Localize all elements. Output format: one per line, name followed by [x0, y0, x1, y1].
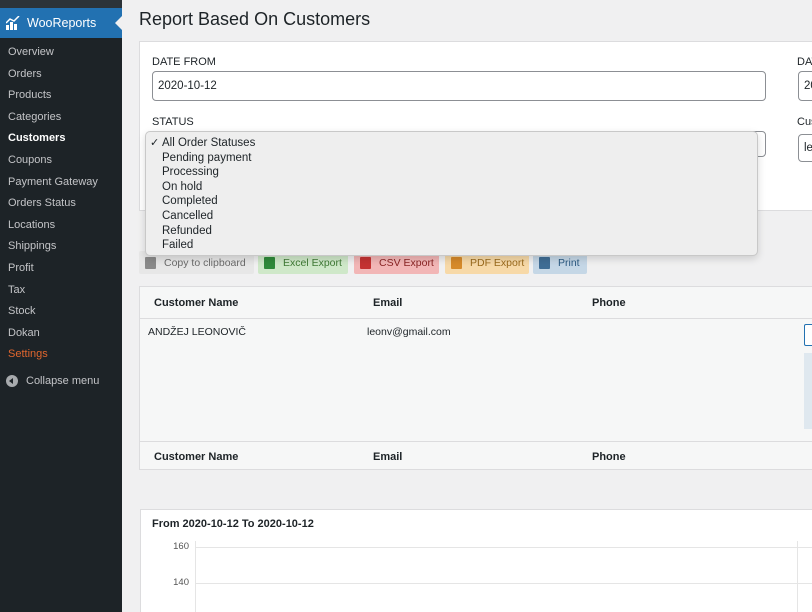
collapse-menu-label: Collapse menu	[26, 374, 100, 387]
column-header-phone[interactable]: Phone	[592, 297, 626, 309]
footer-header-customer-name: Customer Name	[154, 451, 239, 463]
customer-value: le	[804, 142, 812, 154]
date-to-value: 20	[804, 80, 812, 92]
page-title: Report Based On Customers	[139, 9, 371, 29]
sidebar-item-overview[interactable]: Overview	[0, 42, 122, 64]
status-option-failed[interactable]: Failed	[146, 238, 757, 253]
cell-email: leonv@gmail.com	[367, 326, 451, 338]
sidebar-item-categories[interactable]: Categories	[0, 107, 122, 129]
row-action-button[interactable]	[804, 324, 812, 346]
sidebar-brand-label: WooReports	[27, 16, 97, 30]
sidebar-item-settings[interactable]: Settings	[0, 344, 122, 366]
sidebar-item-coupons[interactable]: Coupons	[0, 150, 122, 172]
footer-divider	[140, 441, 812, 442]
column-header-email[interactable]: Email	[373, 297, 402, 309]
pdf-icon	[451, 256, 462, 269]
gridline	[195, 583, 812, 584]
admin-sidebar: WooReports Overview Orders Products Cate…	[0, 0, 122, 612]
date-from-input[interactable]: 2020-10-12	[152, 71, 766, 101]
gridline	[195, 547, 812, 548]
sidebar-top-strip	[0, 0, 122, 8]
date-to-input[interactable]: 20	[798, 71, 812, 101]
csv-icon	[360, 256, 371, 269]
chart-panel: From 2020-10-12 To 2020-10-12 160 140	[140, 509, 812, 612]
status-option-on-hold[interactable]: On hold	[146, 180, 757, 195]
header-divider	[140, 318, 812, 319]
collapse-menu-button[interactable]: Collapse menu	[0, 373, 122, 389]
cell-customer-name: ANDŽEJ LEONOVIČ	[148, 326, 247, 338]
chart-title: From 2020-10-12 To 2020-10-12	[152, 518, 314, 530]
sidebar-item-stock[interactable]: Stock	[0, 301, 122, 323]
checkmark-icon: ✓	[150, 137, 160, 149]
collapse-arrow-icon	[6, 374, 18, 387]
column-header-customer-name[interactable]: Customer Name	[154, 297, 238, 309]
customer-input[interactable]: le	[798, 134, 812, 162]
sidebar-item-profit[interactable]: Profit	[0, 258, 122, 280]
excel-icon	[264, 256, 275, 269]
sidebar-brand[interactable]: WooReports	[0, 8, 122, 38]
sidebar-item-orders[interactable]: Orders	[0, 64, 122, 86]
status-option-cancelled[interactable]: Cancelled	[146, 209, 757, 224]
footer-header-phone: Phone	[592, 451, 626, 463]
right-axis-line	[797, 541, 798, 612]
y-tick-label: 160	[173, 541, 189, 552]
wooreports-logo-icon	[6, 16, 20, 30]
date-from-value: 2020-10-12	[158, 80, 217, 92]
clipboard-icon	[145, 256, 156, 269]
sidebar-item-shippings[interactable]: Shippings	[0, 236, 122, 258]
y-axis-line	[195, 541, 196, 612]
date-from-label: DATE FROM	[152, 56, 216, 68]
printer-icon	[539, 256, 550, 269]
sidebar-item-payment-gateway[interactable]: Payment Gateway	[0, 172, 122, 194]
customer-label: Cus	[797, 116, 812, 128]
status-option-all[interactable]: ✓ All Order Statuses	[146, 136, 757, 151]
sidebar-menu: Overview Orders Products Categories Cust…	[0, 42, 122, 366]
footer-header-email: Email	[373, 451, 403, 463]
status-dropdown-list: ✓ All Order Statuses Pending payment Proc…	[145, 131, 758, 256]
sidebar-item-locations[interactable]: Locations	[0, 215, 122, 237]
status-option-processing[interactable]: Processing	[146, 165, 757, 180]
sidebar-item-products[interactable]: Products	[0, 85, 122, 107]
date-to-label: DAT	[797, 56, 812, 68]
status-option-pending[interactable]: Pending payment	[146, 151, 757, 166]
customers-table: Customer Name Email Phone ANDŽEJ LEONOVI…	[139, 286, 812, 470]
y-tick-label: 140	[173, 577, 189, 588]
active-menu-arrow	[115, 16, 122, 30]
row-detail-panel	[804, 353, 812, 429]
sidebar-item-customers[interactable]: Customers	[0, 128, 122, 150]
sidebar-item-tax[interactable]: Tax	[0, 280, 122, 302]
status-label: STATUS	[152, 116, 194, 128]
sidebar-item-dokan[interactable]: Dokan	[0, 323, 122, 345]
sidebar-item-orders-status[interactable]: Orders Status	[0, 193, 122, 215]
status-option-refunded[interactable]: Refunded	[146, 224, 757, 239]
status-option-completed[interactable]: Completed	[146, 194, 757, 209]
